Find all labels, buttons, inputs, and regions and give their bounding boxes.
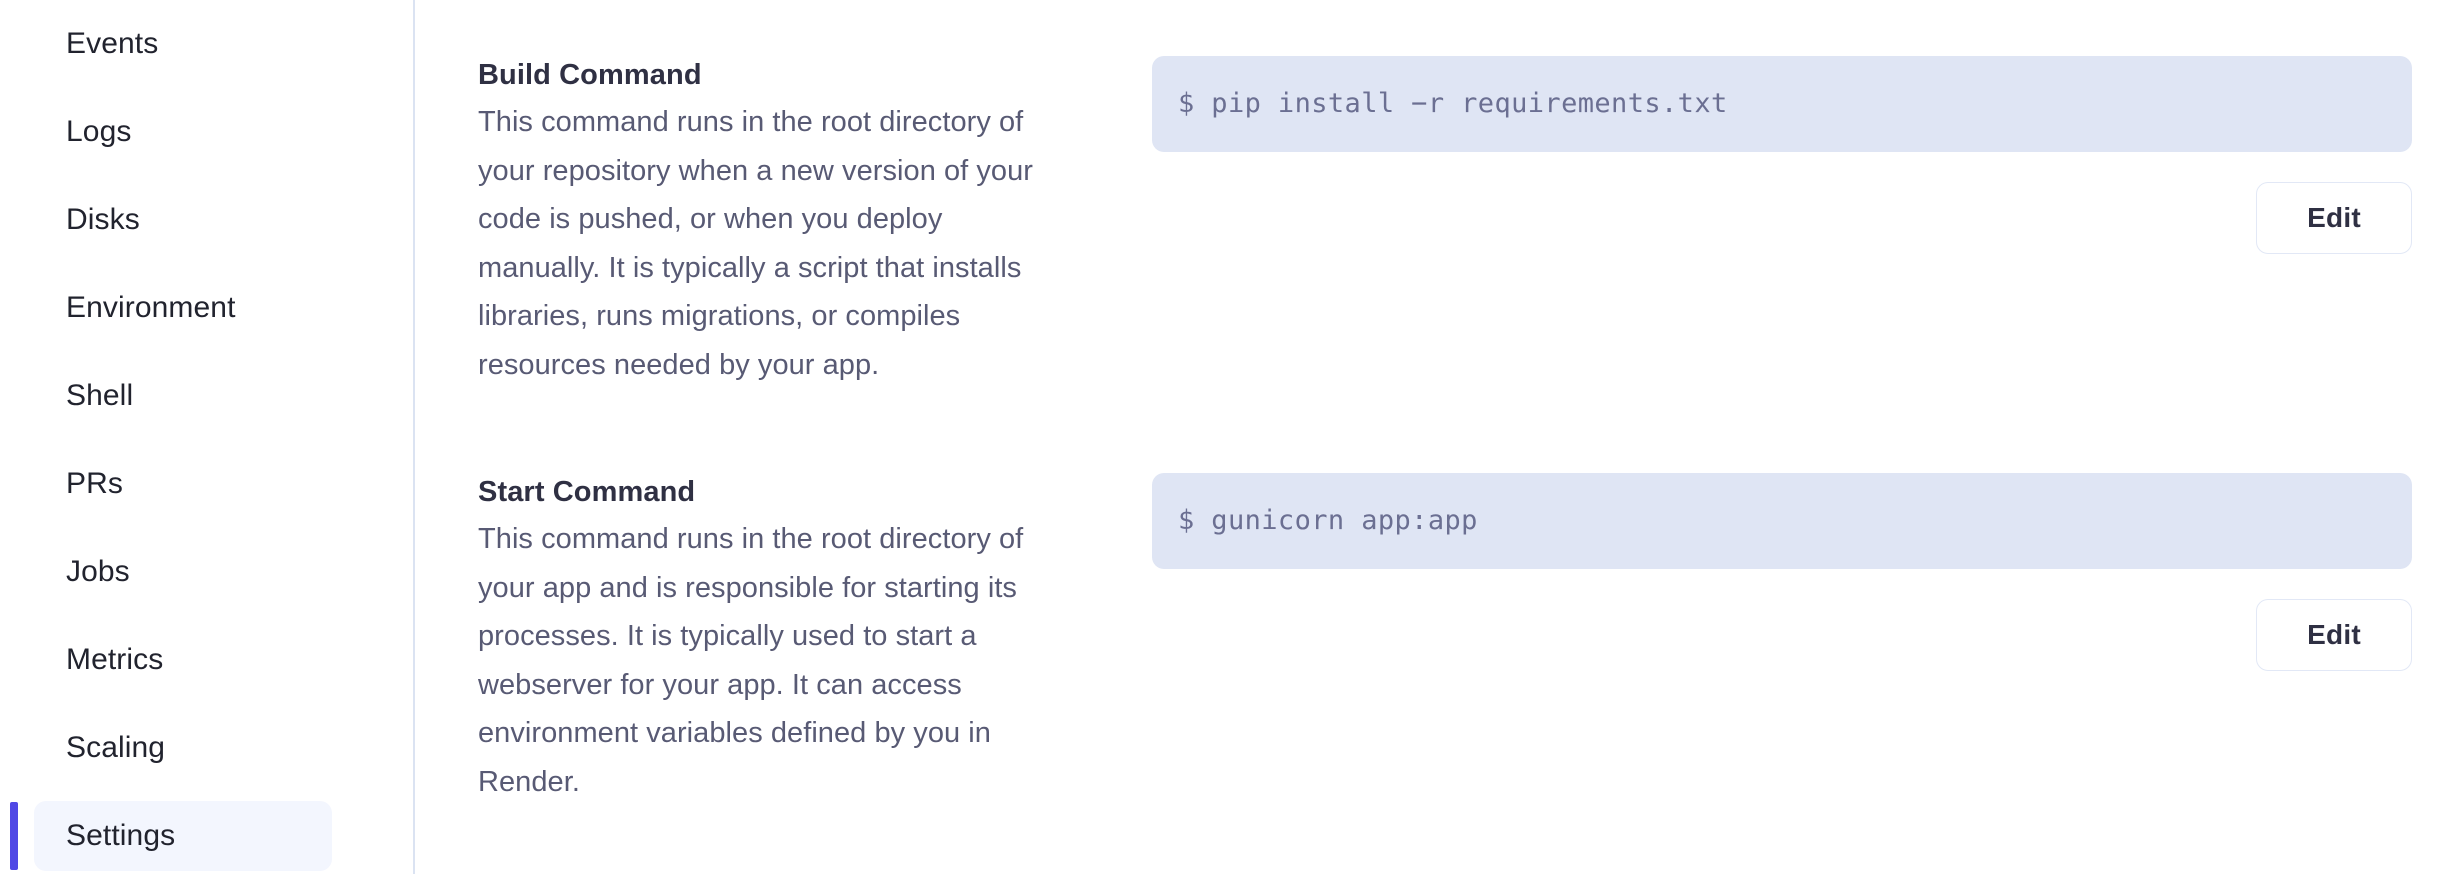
sidebar-item-label: PRs [66, 467, 123, 500]
active-accent-bar [10, 714, 18, 782]
start-command-controls: $ gunicorn app:app Edit [1152, 473, 2412, 671]
build-command-text: Build Command This command runs in the r… [478, 56, 1058, 389]
sidebar-item-label: Shell [66, 379, 134, 412]
sidebar-item-label: Events [66, 27, 159, 60]
start-command-title: Start Command [478, 476, 696, 508]
build-command-description: This command runs in the root directory … [478, 106, 1033, 381]
build-command-title: Build Command [478, 59, 702, 91]
sidebar-item-jobs[interactable]: Jobs [0, 528, 414, 616]
start-command-edit-button[interactable]: Edit [2256, 599, 2412, 671]
sidebar-item-label: Metrics [66, 643, 164, 676]
active-accent-bar [10, 450, 18, 518]
sidebar-item-metrics[interactable]: Metrics [0, 616, 414, 704]
settings-content: Build Command This command runs in the r… [414, 0, 2444, 874]
active-accent-bar [10, 274, 18, 342]
sidebar-item-prs[interactable]: PRs [0, 440, 414, 528]
sidebar-item-label: Environment [66, 291, 236, 324]
sidebar-item-shell[interactable]: Shell [0, 352, 414, 440]
build-command-edit-button[interactable]: Edit [2256, 182, 2412, 254]
sidebar-item-disks[interactable]: Disks [0, 176, 414, 264]
settings-page: Events Logs Disks Environment Shell PRs … [0, 0, 2444, 874]
active-accent-bar [10, 362, 18, 430]
build-command-code-block: $ pip install −r requirements.txt [1152, 56, 2412, 152]
sidebar-item-events[interactable]: Events [0, 0, 414, 88]
active-accent-bar [10, 802, 18, 870]
sidebar-item-label: Logs [66, 115, 132, 148]
active-accent-bar [10, 626, 18, 694]
sidebar-item-logs[interactable]: Logs [0, 88, 414, 176]
active-accent-bar [10, 186, 18, 254]
build-command-value: $ pip install −r requirements.txt [1178, 88, 1728, 119]
build-command-edit-row: Edit [1152, 182, 2412, 254]
start-command-code-block: $ gunicorn app:app [1152, 473, 2412, 569]
sidebar-item-list: Events Logs Disks Environment Shell PRs … [0, 0, 414, 880]
start-command-description: This command runs in the root directory … [478, 523, 1024, 798]
start-command-value: $ gunicorn app:app [1178, 505, 1478, 536]
start-command-text: Start Command This command runs in the r… [478, 473, 1058, 806]
active-accent-bar [10, 98, 18, 166]
sidebar-item-label: Scaling [66, 731, 166, 764]
sidebar-item-environment[interactable]: Environment [0, 264, 414, 352]
active-accent-bar [10, 10, 18, 78]
sidebar-item-settings[interactable]: Settings [0, 792, 414, 880]
active-accent-bar [10, 538, 18, 606]
sidebar-item-label: Settings [66, 819, 176, 852]
start-command-edit-row: Edit [1152, 599, 2412, 671]
sidebar-item-scaling[interactable]: Scaling [0, 704, 414, 792]
sidebar-nav: Events Logs Disks Environment Shell PRs … [0, 0, 414, 874]
build-command-controls: $ pip install −r requirements.txt Edit [1152, 56, 2412, 254]
sidebar-item-label: Disks [66, 203, 140, 236]
sidebar-item-label: Jobs [66, 555, 130, 588]
